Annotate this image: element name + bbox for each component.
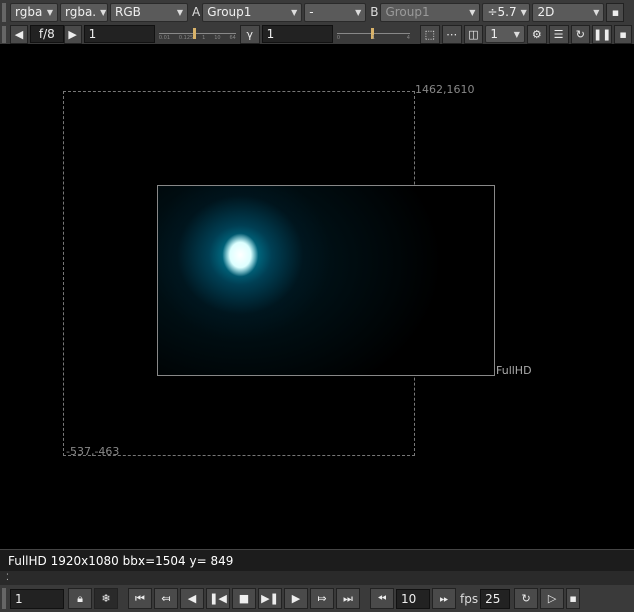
gain-input[interactable]: 1	[83, 25, 155, 43]
timeline-handle-icon[interactable]: ⁚	[6, 573, 14, 583]
tick-label: 10	[214, 35, 221, 41]
status-bar: FullHD 1920x1080 bb: x=1504 y= 849	[0, 549, 634, 571]
proxy-dropdown[interactable]: 1 ▼	[485, 25, 525, 43]
timeline[interactable]: ⁚	[0, 571, 634, 585]
tick-label: 0	[336, 35, 341, 41]
chevron-down-icon: ▼	[291, 7, 298, 17]
format-info: FullHD 1920x1080 bb:	[8, 554, 142, 568]
toolbar-grip[interactable]	[2, 25, 6, 43]
flipbook-icon[interactable]: ▷	[540, 588, 565, 609]
chevron-down-icon: ▼	[46, 7, 53, 17]
lock-icon[interactable]: 🔒︎	[68, 588, 92, 609]
gain-dropdown[interactable]: ÷5.7 ▼	[482, 2, 531, 22]
chevron-down-icon: ▼	[593, 7, 600, 17]
view-mode-dropdown[interactable]: 2D ▼	[532, 2, 605, 22]
gamma-toggle-button[interactable]: γ	[239, 24, 260, 44]
increment-input[interactable]: 10	[396, 588, 430, 609]
refresh-icon[interactable]: ↻	[570, 24, 591, 44]
chevron-down-icon: ▼	[355, 7, 362, 17]
tick-label: 1	[202, 35, 206, 41]
bbox-bottom-left-label: -537,-463	[66, 445, 120, 458]
chevron-down-icon: ▼	[469, 7, 476, 17]
stop-icon[interactable]: ■	[232, 588, 256, 609]
tick-label: 1	[371, 35, 376, 41]
alpha-channel-value: rgba.	[65, 5, 97, 19]
gain-slider[interactable]: 0.01 0.125 1 10 64	[158, 25, 236, 43]
channels-dropdown[interactable]: rgba ▼	[10, 2, 58, 22]
loop-icon[interactable]: ↻	[514, 588, 539, 609]
slider-track	[158, 33, 236, 34]
chevron-down-icon: ▼	[513, 29, 520, 39]
alpha-channel-dropdown[interactable]: rgba. ▼	[60, 2, 108, 22]
last-frame-icon[interactable]: ⏭︎	[336, 588, 360, 609]
input-b-label: B	[370, 5, 379, 19]
input-b-dropdown[interactable]: Group1 ▼	[380, 2, 481, 22]
freeze-icon[interactable]: ❄	[94, 588, 118, 609]
wipe-operation-dropdown[interactable]: - ▼	[304, 2, 367, 22]
input-a-dropdown[interactable]: Group1 ▼	[202, 2, 303, 22]
toolbar-grip[interactable]	[2, 588, 6, 609]
input-b-value: Group1	[385, 5, 430, 19]
viewer-toolbar-top: rgba ▼ rgba. ▼ RGB ▼ A Group1 ▼ - ▼ B Group1 ▼…	[0, 0, 634, 24]
viewer-toolbar-bottom: ◀ f/8 ▶ 1 0.01 0.125 1 10 64 γ 1 0 1 4 ⬚…	[0, 24, 634, 44]
proxy-value: 1	[490, 27, 498, 41]
prev-frame-icon[interactable]: ❚◀	[206, 588, 230, 609]
tick-label: 64	[229, 35, 236, 41]
gain-dropdown-value: ÷5.7	[487, 5, 517, 19]
overlay-icon[interactable]: ◫	[463, 24, 484, 44]
list-icon[interactable]: ☰	[548, 24, 569, 44]
roi-icon[interactable]: ⬚	[419, 24, 440, 44]
frame-input[interactable]: 1	[10, 588, 64, 609]
fstop-field[interactable]: f/8	[29, 25, 64, 43]
chevron-down-icon: ▼	[100, 7, 107, 17]
chevron-down-icon: ▼	[520, 7, 527, 17]
glow-image	[158, 186, 494, 375]
play-backward-icon[interactable]: ◀	[180, 588, 204, 609]
tick-label: 4	[406, 35, 410, 41]
viewer-canvas[interactable]: 1462,1610 -537,-463 FullHD	[0, 44, 634, 548]
prev-keyframe-icon[interactable]: ⤆	[154, 588, 178, 609]
format-label: FullHD	[496, 364, 532, 377]
gamma-label: γ	[246, 27, 254, 41]
gain-tick-labels: 0.01 0.125 1 10 64	[159, 35, 236, 41]
fstop-decrease-icon[interactable]: ◀	[9, 24, 28, 44]
playback-controls: 1 🔒︎ ❄ ⏮︎ ⤆ ◀ ❚◀ ■ ▶❚ ▶ ⤇ ⏭︎ ⏪︎ 10 ⏩︎ fp…	[0, 585, 634, 612]
input-a-label: A	[192, 5, 201, 19]
step-back-icon[interactable]: ⏪︎	[370, 588, 394, 609]
format-frame	[157, 185, 495, 376]
first-frame-icon[interactable]: ⏮︎	[128, 588, 152, 609]
bbox-top-right-label: 1462,1610	[415, 83, 475, 96]
fps-label: fps	[460, 591, 479, 606]
gamma-slider[interactable]: 0 1 4	[336, 25, 410, 43]
fstop-increase-icon[interactable]: ▶	[63, 24, 82, 44]
pause-icon[interactable]: ❚❚	[592, 24, 613, 44]
more-icon[interactable]: ▪	[566, 588, 581, 609]
colorspace-value: RGB	[115, 5, 141, 19]
more-icon[interactable]: ▪	[614, 24, 633, 44]
colorspace-dropdown[interactable]: RGB ▼	[110, 2, 188, 22]
operation-value: -	[309, 5, 314, 19]
chevron-down-icon: ▼	[176, 7, 183, 17]
next-frame-icon[interactable]: ▶❚	[258, 588, 282, 609]
next-keyframe-icon[interactable]: ⤇	[310, 588, 334, 609]
play-forward-icon[interactable]: ▶	[284, 588, 308, 609]
input-a-value: Group1	[207, 5, 252, 19]
region-icon[interactable]: ⋯	[441, 24, 462, 44]
tick-label: 0.01	[158, 35, 171, 41]
step-forward-icon[interactable]: ⏩︎	[432, 588, 456, 609]
tick-label: 0.125	[178, 35, 194, 41]
channels-value: rgba	[15, 5, 43, 19]
camera-icon[interactable]: ▪	[606, 2, 625, 22]
gamma-input[interactable]: 1	[261, 25, 333, 43]
toolbar-grip[interactable]	[2, 2, 6, 22]
fps-input[interactable]: 25	[480, 588, 511, 609]
gamma-tick-labels: 0 1 4	[337, 35, 410, 41]
cursor-readout: x=1504 y= 849	[138, 554, 234, 568]
settings-icon[interactable]: ⚙	[526, 24, 547, 44]
view-mode-value: 2D	[537, 5, 555, 19]
